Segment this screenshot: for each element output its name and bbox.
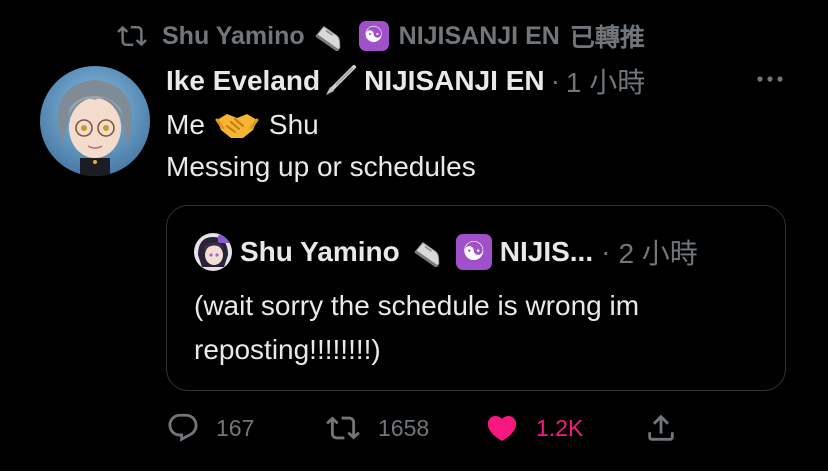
tweet-text-line-2: Messing up or schedules	[166, 151, 476, 182]
retweeted-label: 已轉推	[569, 24, 645, 52]
yin-yang-emoji-icon: ☯	[455, 234, 492, 270]
header-separator: ·	[550, 65, 560, 96]
sneaker-emoji-icon	[315, 25, 340, 51]
retweet-banner[interactable]: Shu Yamino ☯ NIJISANJI EN 已轉推	[112, 18, 645, 54]
retweet-icon	[326, 416, 360, 440]
yin-yang-emoji-icon: ☯	[358, 21, 389, 51]
tweet-header: Ike Eveland NIJISANJI EN · 1 小時	[166, 60, 645, 102]
author-avatar[interactable]	[40, 66, 150, 176]
retweet-icon	[117, 25, 147, 47]
tweet-text-shu: Shu	[268, 109, 319, 140]
fountain-pen-emoji-icon	[326, 65, 357, 95]
heart-icon	[487, 415, 517, 441]
reply-icon	[168, 413, 198, 442]
tweet-text-me: Me	[166, 109, 205, 140]
quote-header-separator: ·	[601, 236, 611, 267]
quote-author-org[interactable]: NIJIS...	[500, 236, 593, 268]
retweet-button[interactable]: 1658	[324, 408, 429, 448]
like-button[interactable]: 1.2K	[484, 408, 583, 448]
quote-text-line-1: (wait sorry the schedule is wrong im	[194, 290, 640, 321]
handshake-emoji-icon	[215, 114, 259, 138]
author-name[interactable]: Ike Eveland	[166, 65, 320, 97]
like-count: 1.2K	[536, 414, 584, 441]
share-icon	[648, 414, 674, 441]
retweeter-name[interactable]: Shu Yamino	[162, 22, 305, 51]
quote-author-name[interactable]: Shu Yamino	[240, 236, 400, 268]
author-org[interactable]: NIJISANJI EN	[364, 65, 545, 97]
reply-count: 167	[216, 414, 255, 441]
retweeter-org[interactable]: NIJISANJI EN	[399, 22, 560, 51]
quote-author-avatar[interactable]	[194, 233, 232, 271]
tweet-text-line-1: Me Shu	[166, 104, 319, 146]
sneaker-emoji-icon	[414, 241, 440, 267]
quote-time[interactable]: 2 小時	[618, 232, 697, 272]
quote-header: Shu Yamino ☯ NIJIS... · 2 小時	[194, 230, 698, 274]
quote-text-line-2: reposting!!!!!!!!)	[194, 334, 381, 365]
share-button[interactable]	[644, 408, 678, 448]
retweet-count: 1658	[378, 414, 430, 441]
tweet-time[interactable]: 1 小時	[566, 61, 645, 101]
more-options-icon[interactable]	[752, 64, 788, 94]
reply-button[interactable]: 167	[166, 408, 254, 448]
